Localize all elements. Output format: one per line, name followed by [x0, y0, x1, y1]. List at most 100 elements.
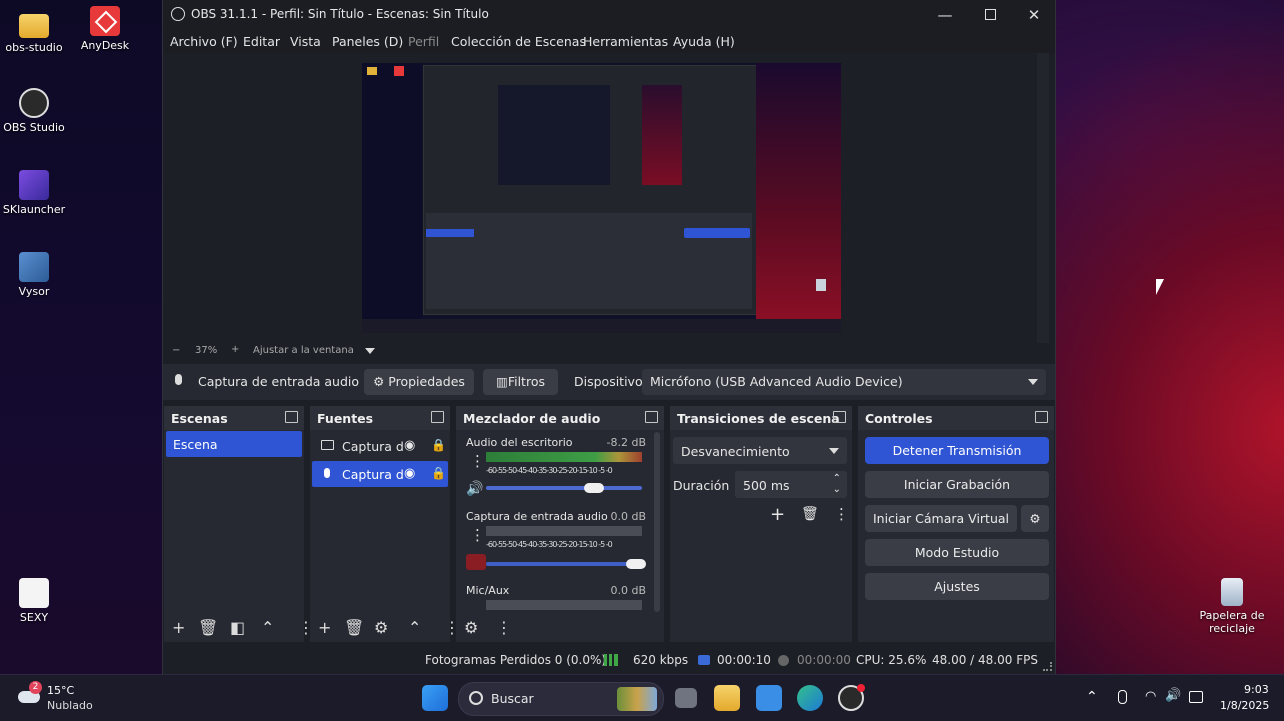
volume-knob[interactable]	[584, 483, 604, 493]
device-select[interactable]: Micrófono (USB Advanced Audio Device)	[642, 369, 1046, 395]
trash-icon[interactable]: 🗑	[344, 618, 364, 637]
float-icon[interactable]	[1035, 411, 1048, 423]
stream-icon	[698, 655, 710, 665]
volume-knob[interactable]	[626, 559, 646, 569]
menu-archivo[interactable]: Archivo (F)	[170, 34, 238, 49]
chevron-up-icon[interactable]: ⌃	[1086, 689, 1098, 705]
virtual-camera-button[interactable]: Iniciar Cámara Virtual	[865, 505, 1017, 532]
maximize-button[interactable]	[975, 4, 1005, 26]
spin-arrows-icon[interactable]: ⌃ ⌄	[833, 473, 841, 495]
properties-button[interactable]: ⚙ Propiedades	[364, 369, 474, 395]
zoom-in-button[interactable]: +	[231, 344, 239, 355]
weather-widget[interactable]: 2 15°C Nublado	[16, 681, 136, 715]
source-item-selected[interactable]: Captura d ◉ 🔒	[312, 461, 448, 487]
resize-grip-icon[interactable]	[1043, 662, 1052, 671]
menu-coleccion-escenas[interactable]: Colección de Escenas	[451, 34, 586, 49]
menu-ayuda[interactable]: Ayuda (H)	[673, 34, 735, 49]
float-icon[interactable]	[645, 411, 658, 423]
more-icon[interactable]: ⋮	[834, 505, 849, 523]
clock-time[interactable]: 9:03	[1244, 683, 1269, 696]
desktop-icon-sklauncher[interactable]: SKlauncher	[0, 170, 70, 216]
mixer-scrollbar[interactable]	[654, 432, 660, 612]
add-icon[interactable]: +	[770, 504, 785, 525]
desktop-icon-label: Papelera de	[1199, 609, 1265, 622]
menu-vista[interactable]: Vista	[290, 34, 321, 49]
track-name: Captura de entrada audio	[466, 510, 608, 523]
maximize-icon	[984, 9, 996, 20]
close-button[interactable]: ✕	[1019, 4, 1049, 26]
menu-paneles[interactable]: Paneles (D)	[332, 34, 403, 49]
sklauncher-icon	[19, 170, 49, 200]
desktop-icon-recycle-bin[interactable]: Papelera de reciclaje	[1196, 578, 1268, 635]
lock-icon[interactable]: 🔒	[431, 438, 446, 452]
menu-perfil[interactable]: Perfil	[408, 34, 439, 49]
wifi-icon[interactable]: ◠	[1145, 689, 1156, 704]
stop-streaming-button[interactable]: Detener Transmisión	[865, 437, 1049, 464]
gear-icon[interactable]: ⚙	[374, 618, 388, 637]
desktop-icon-vysor[interactable]: Vysor	[0, 252, 70, 298]
filters-button[interactable]: ▥Filtros	[483, 369, 558, 395]
float-icon[interactable]	[431, 411, 444, 423]
source-item[interactable]: Captura d ◉ 🔒	[312, 433, 448, 459]
desktop-icon-obs-studio[interactable]: OBS Studio	[0, 88, 70, 134]
float-icon[interactable]	[285, 411, 298, 423]
scene-item[interactable]: Escena	[166, 431, 302, 457]
lock-icon[interactable]: 🔒	[431, 466, 446, 480]
chevron-down-icon[interactable]	[365, 348, 375, 354]
store-icon[interactable]	[756, 685, 782, 711]
menu-editar[interactable]: Editar	[243, 34, 280, 49]
windows-start-button[interactable]	[422, 685, 448, 711]
battery-icon[interactable]	[1189, 691, 1203, 703]
title-bar[interactable]: OBS 31.1.1 - Perfil: Sin Título - Escena…	[163, 0, 1055, 29]
zoom-out-button[interactable]: −	[172, 345, 180, 356]
add-icon[interactable]: +	[172, 618, 185, 637]
sources-toolbar: + 🗑 ⚙ ⌃ ⋮	[310, 612, 460, 642]
fit-window-label[interactable]: Ajustar a la ventana	[253, 345, 354, 356]
desktop-icon-sexy[interactable]: SEXY	[0, 578, 70, 624]
microphone-icon[interactable]	[1118, 690, 1127, 704]
start-recording-button[interactable]: Iniciar Grabación	[865, 471, 1049, 498]
volume-icon[interactable]: 🔊	[1165, 688, 1181, 703]
more-icon[interactable]: ⋮	[470, 452, 485, 470]
obs-icon	[19, 88, 49, 118]
search-placeholder: Buscar	[491, 691, 534, 706]
add-icon[interactable]: +	[318, 618, 331, 637]
speaker-icon[interactable]: 🔊	[466, 481, 483, 497]
meter-scale: -60-55-50-45-40-35-30-25-20-15-10 -5 -0	[486, 466, 613, 475]
desktop-icon-obs-studio-folder[interactable]: obs-studio	[0, 10, 70, 54]
task-view-icon[interactable]	[675, 688, 697, 708]
duration-spinbox[interactable]: 500 ms ⌃ ⌄	[735, 471, 847, 498]
transition-select[interactable]: Desvanecimiento	[673, 437, 847, 464]
settings-button[interactable]: Ajustes	[865, 573, 1049, 600]
desktop-icon-anydesk[interactable]: AnyDesk	[69, 6, 141, 52]
chevron-up-icon[interactable]: ⌃	[408, 618, 421, 637]
studio-mode-button[interactable]: Modo Estudio	[865, 539, 1049, 566]
clock-date[interactable]: 1/8/2025	[1220, 699, 1269, 712]
edge-icon[interactable]	[797, 685, 823, 711]
menu-herramientas[interactable]: Herramientas	[583, 34, 668, 49]
preview-scrollbar[interactable]	[1037, 53, 1049, 343]
zoom-level: 37%	[195, 345, 218, 356]
filter-icon[interactable]: ◧	[230, 618, 245, 637]
trash-icon[interactable]: 🗑	[198, 618, 218, 637]
search-box[interactable]: Buscar	[458, 682, 664, 716]
float-icon[interactable]	[833, 411, 846, 423]
chevron-up-icon[interactable]: ⌃	[261, 618, 274, 637]
eye-icon[interactable]: ◉	[404, 438, 415, 453]
eye-icon[interactable]: ◉	[404, 466, 415, 481]
selected-source-name: Captura de entrada audio	[198, 374, 360, 389]
obs-window: OBS 31.1.1 - Perfil: Sin Título - Escena…	[162, 0, 1056, 674]
virtual-camera-settings-button[interactable]: ⚙	[1021, 505, 1049, 532]
more-icon[interactable]: ⋮	[496, 618, 512, 637]
file-explorer-icon[interactable]	[714, 685, 740, 711]
dropped-frames: Fotogramas Perdidos 0 (0.0%)	[425, 653, 607, 667]
muted-speaker-icon[interactable]	[466, 554, 486, 570]
preview-area[interactable]	[163, 53, 1037, 343]
more-icon[interactable]: ⋮	[470, 526, 485, 544]
volume-slider[interactable]	[486, 486, 642, 490]
trash-icon[interactable]: 🗑	[801, 506, 819, 522]
minimize-button[interactable]: —	[930, 4, 960, 26]
volume-slider[interactable]	[486, 562, 642, 566]
dock-header: Fuentes	[310, 406, 450, 430]
advanced-audio-icon[interactable]: ⚙	[464, 618, 478, 637]
